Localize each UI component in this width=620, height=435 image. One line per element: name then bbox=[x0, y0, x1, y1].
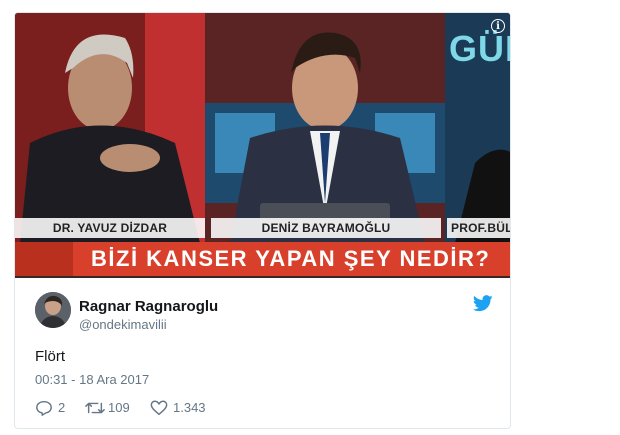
info-icon[interactable]: i bbox=[491, 19, 505, 33]
avatar[interactable] bbox=[35, 292, 71, 328]
tweet-media[interactable]: GÜN i DR. YAVUZ DİZDAR DENİZ BAYRAMOĞLU … bbox=[15, 13, 510, 278]
headline-bar-left bbox=[15, 242, 73, 276]
tv-screenshot-image bbox=[15, 13, 510, 278]
retweet-count: 109 bbox=[108, 400, 130, 415]
like-count: 1.343 bbox=[173, 400, 206, 415]
lower-third-center: DENİZ BAYRAMOĞLU bbox=[211, 218, 441, 238]
reply-icon bbox=[36, 400, 52, 416]
heart-icon bbox=[150, 400, 168, 416]
author-handle[interactable]: @ondekimavilii bbox=[79, 317, 167, 332]
lower-third-right: PROF.BÜLE bbox=[447, 218, 510, 238]
tweet-timestamp[interactable]: 00:31 - 18 Ara 2017 bbox=[35, 372, 149, 387]
tweet-text: Flört bbox=[35, 348, 65, 365]
author-display-name[interactable]: Ragnar Ragnaroglu bbox=[79, 298, 218, 315]
reply-count: 2 bbox=[58, 400, 66, 415]
channel-logo-text: GÜN bbox=[449, 28, 510, 69]
tweet-card: GÜN i DR. YAVUZ DİZDAR DENİZ BAYRAMOĞLU … bbox=[14, 12, 511, 429]
retweet-icon bbox=[85, 402, 105, 414]
lower-third-left: DR. YAVUZ DİZDAR bbox=[15, 218, 205, 238]
tv-headline: BİZİ KANSER YAPAN ŞEY NEDİR? bbox=[73, 242, 510, 276]
twitter-bird-icon[interactable] bbox=[472, 295, 493, 317]
